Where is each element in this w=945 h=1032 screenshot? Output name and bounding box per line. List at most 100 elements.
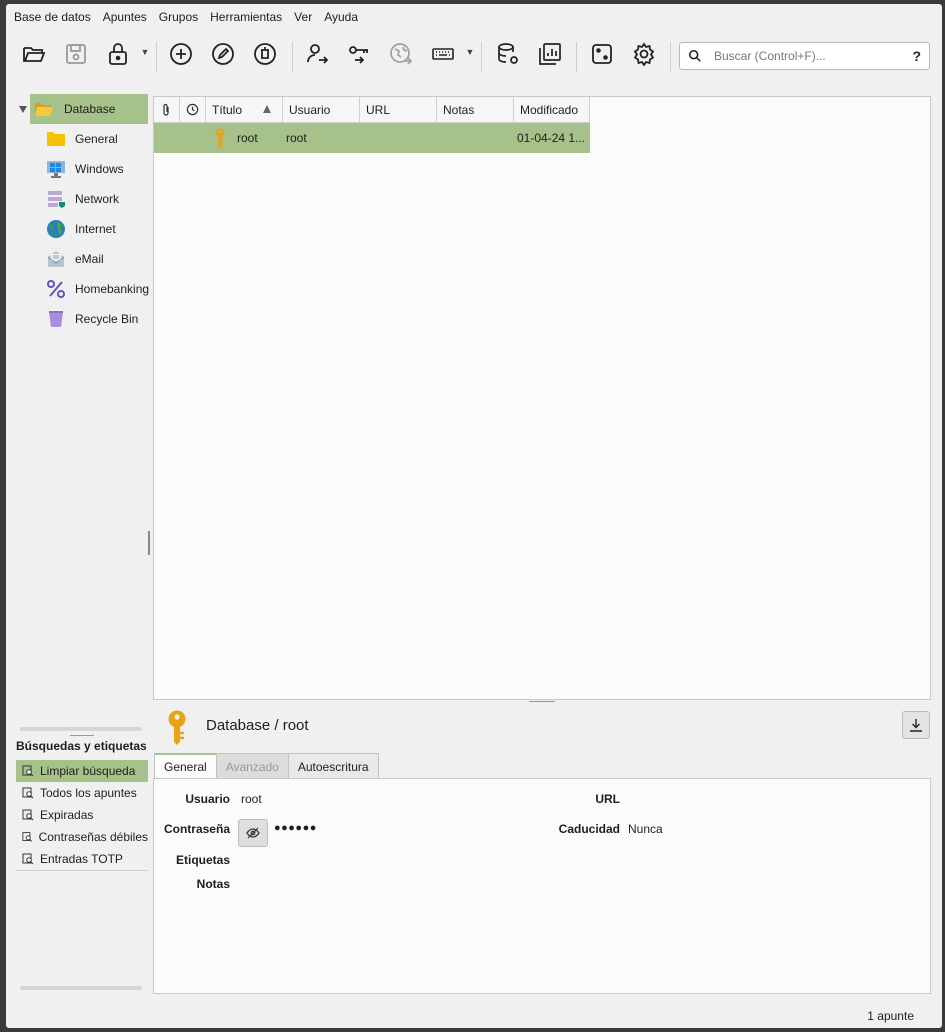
tags-label: Etiquetas — [175, 853, 230, 867]
toolbar-separator — [576, 42, 577, 72]
download-button[interactable] — [902, 711, 930, 739]
column-url[interactable]: URL — [360, 97, 437, 123]
menu-entries[interactable]: Apuntes — [97, 7, 153, 27]
tree-item-recycle-bin[interactable]: Recycle Bin — [46, 304, 150, 334]
status-bar-count: 1 apunte — [867, 1009, 914, 1023]
left-splitter-handle[interactable] — [70, 735, 94, 737]
column-title[interactable]: Título — [206, 97, 283, 123]
tree-item-label: General — [75, 132, 118, 146]
table-row[interactable]: root root 01-04-24 1... — [154, 123, 590, 153]
saved-search-icon — [22, 853, 34, 865]
add-entry-icon[interactable] — [165, 38, 197, 70]
tree-item-label: Recycle Bin — [75, 312, 139, 326]
network-icon — [46, 189, 66, 209]
edit-entry-icon[interactable] — [207, 38, 239, 70]
column-expiry[interactable] — [180, 97, 206, 123]
search-item-expired[interactable]: Expiradas — [16, 804, 148, 826]
search-item-totp[interactable]: Entradas TOTP — [16, 848, 148, 870]
open-url-icon[interactable] — [385, 38, 417, 70]
toolbar-separator — [292, 42, 293, 72]
tags-scrollbar[interactable] — [20, 986, 142, 990]
tree-item-label: Windows — [75, 162, 124, 176]
search-icon — [688, 49, 701, 62]
lock-dropdown-icon[interactable]: ▼ — [140, 47, 150, 61]
tree-item-general[interactable]: General — [46, 124, 150, 154]
menubar: Base de datos Apuntes Grupos Herramienta… — [6, 4, 942, 29]
search-help-button[interactable]: ? — [912, 48, 921, 64]
autotype-dropdown-icon[interactable]: ▼ — [465, 47, 475, 61]
save-database-icon[interactable] — [60, 38, 92, 70]
toggle-password-button[interactable] — [238, 819, 268, 847]
menu-view[interactable]: Ver — [288, 7, 318, 27]
lock-icon[interactable] — [102, 38, 134, 70]
search-item-all[interactable]: Todos los apuntes — [16, 782, 148, 804]
column-modified[interactable]: Modificado — [514, 97, 590, 123]
search-item-weak-passwords[interactable]: Contraseñas débiles — [16, 826, 148, 848]
tree-item-database[interactable]: Database — [30, 94, 148, 124]
menu-groups[interactable]: Grupos — [153, 7, 204, 27]
saved-search-icon — [22, 832, 33, 842]
menu-tools[interactable]: Herramientas — [204, 7, 288, 27]
toolbar-separator — [156, 42, 157, 72]
database-settings-icon[interactable] — [492, 38, 524, 70]
folder-icon — [46, 129, 66, 149]
expand-caret-icon[interactable] — [18, 104, 28, 114]
tree-item-email[interactable]: eMail — [46, 244, 150, 274]
search-item-clear[interactable]: Limpiar búsqueda — [16, 760, 148, 782]
column-modified-label: Modificado — [520, 102, 579, 117]
tree-scrollbar[interactable] — [20, 727, 142, 731]
password-generator-icon[interactable] — [586, 38, 618, 70]
password-label: Contraseña — [163, 822, 230, 836]
tree-item-homebanking[interactable]: Homebanking — [46, 274, 150, 304]
column-notes[interactable]: Notas — [437, 97, 514, 123]
toolbar-separator — [670, 42, 671, 72]
tree-item-windows[interactable]: Windows — [46, 154, 150, 184]
settings-icon[interactable] — [628, 38, 660, 70]
horizontal-splitter-handle[interactable] — [529, 701, 555, 703]
autotype-keyboard-icon[interactable] — [427, 38, 459, 70]
download-icon — [910, 719, 922, 732]
toolbar-separator — [481, 42, 482, 72]
key-icon — [215, 128, 225, 149]
entry-detail-title: Database / root — [206, 717, 309, 734]
username-label: Usuario — [185, 792, 230, 806]
tree-item-network[interactable]: Network — [46, 184, 150, 214]
password-value[interactable]: ●●●●●● — [274, 822, 317, 834]
search-input[interactable] — [712, 47, 892, 65]
tab-general[interactable]: General — [154, 753, 217, 779]
cell-modified: 01-04-24 1... — [517, 131, 586, 145]
saved-search-icon — [22, 809, 34, 821]
recycle-bin-icon — [46, 309, 66, 329]
eye-hidden-icon — [246, 827, 260, 839]
open-database-icon[interactable] — [18, 38, 50, 70]
cell-title: root — [237, 131, 258, 145]
copy-username-icon[interactable] — [301, 38, 333, 70]
column-username-label: Usuario — [289, 102, 331, 117]
detail-tabs: General Avanzado Autoescritura — [154, 753, 379, 779]
menu-help[interactable]: Ayuda — [318, 7, 364, 27]
globe-icon — [46, 219, 66, 239]
column-attachment[interactable] — [154, 97, 180, 123]
clock-icon — [186, 103, 199, 116]
detail-general-panel: Usuario root Contraseña ●●●●●● Etiquetas… — [153, 778, 931, 994]
open-folder-icon — [35, 103, 53, 116]
reports-icon[interactable] — [534, 38, 566, 70]
email-icon — [46, 249, 66, 269]
tree-item-label: Database — [64, 102, 116, 116]
tree-item-internet[interactable]: Internet — [46, 214, 150, 244]
searches-title: Búsquedas y etiquetas — [16, 739, 147, 753]
username-value[interactable]: root — [241, 792, 262, 806]
column-title-label: Título — [212, 102, 243, 117]
menu-database[interactable]: Base de datos — [8, 7, 97, 27]
paperclip-icon — [163, 103, 169, 116]
tab-advanced[interactable]: Avanzado — [215, 753, 289, 779]
column-username[interactable]: Usuario — [283, 97, 360, 123]
search-item-label: Limpiar búsqueda — [40, 764, 136, 778]
search-box: ? — [679, 42, 930, 70]
copy-password-icon[interactable] — [343, 38, 375, 70]
vertical-splitter-handle[interactable] — [148, 531, 150, 555]
tree-item-label: Network — [75, 192, 120, 206]
tab-autotype[interactable]: Autoescritura — [287, 753, 379, 779]
delete-entry-icon[interactable] — [249, 38, 281, 70]
notes-label: Notas — [196, 877, 230, 891]
